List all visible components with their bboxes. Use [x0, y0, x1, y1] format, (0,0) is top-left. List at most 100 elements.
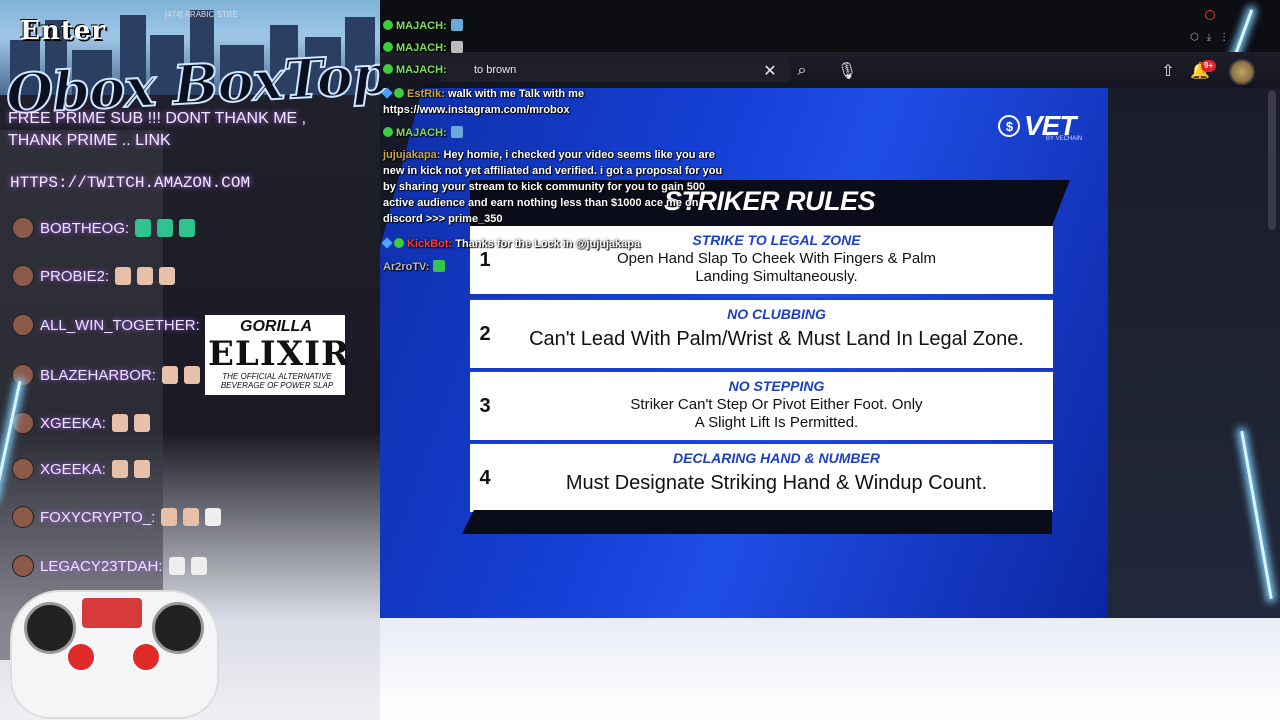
rules-footer-bar	[462, 510, 1052, 534]
controller-touchpad	[82, 598, 142, 628]
brand-enter-text: Enter	[20, 16, 106, 46]
badge-icon	[383, 20, 393, 30]
sponsor-tagline: THE OFFICIAL ALTERNATIVE BEVERAGE OF POW…	[220, 372, 334, 390]
emote-icon	[183, 508, 200, 526]
chat-username: MAJACH:	[396, 42, 447, 54]
chatter-name: FOXYCRYPTO_:	[40, 508, 156, 526]
chat-username: MAJACH:	[396, 64, 447, 76]
page-scrollbar[interactable]	[1268, 90, 1276, 230]
chatter-name: PROBIE2:	[40, 267, 110, 285]
left-stick	[24, 602, 76, 654]
extension-icon[interactable]: ⬡	[1190, 32, 1199, 46]
rule-number: 3	[479, 394, 491, 417]
emote-icon	[137, 267, 154, 285]
chatter-name: BLAZEHARBOR:	[40, 366, 156, 384]
chat-text: Thanks for the Lock in @jujujakapa	[455, 238, 641, 250]
browser-extension-icons: ⬡ ⤓ ⋮	[1190, 32, 1270, 46]
emote-icon	[135, 219, 152, 237]
chat-message: MAJACH:	[383, 40, 463, 56]
badge-icon	[383, 64, 393, 74]
rule-header: NO STEPPING	[728, 378, 825, 394]
overlay-bottom-sky	[282, 618, 1280, 720]
microphone-icon[interactable]: 🎙	[836, 59, 858, 81]
emote-icon	[157, 219, 174, 237]
chatter-avatar	[12, 412, 34, 434]
video-right-dark-area	[1108, 88, 1280, 618]
emote-icon	[161, 366, 178, 384]
emote-icon	[450, 19, 463, 31]
upload-icon[interactable]: ⇧	[1157, 59, 1179, 81]
chatter-avatar	[12, 555, 34, 577]
controller-right-button	[131, 642, 161, 672]
chat-message: MAJACH:	[383, 18, 463, 34]
emote-icon	[168, 557, 185, 575]
search-icon[interactable]: ⌕	[791, 59, 813, 81]
chat-message: MAJACH:	[383, 125, 463, 141]
sponsor-name: ELIXIR	[208, 334, 351, 374]
chatter-avatar	[12, 265, 34, 287]
badge-icon	[381, 87, 393, 99]
chat-username: KickBot:	[407, 238, 453, 250]
emote-icon	[179, 219, 196, 237]
overlay-chatter-row: LEGACY23TDAH:	[12, 551, 207, 581]
search-query[interactable]: to brown	[474, 64, 516, 76]
chat-link[interactable]: https://www.instagram.com/mrobox	[383, 104, 570, 116]
badge-icon	[394, 88, 404, 98]
chat-username: Ar2roTV:	[383, 261, 430, 273]
rule-body: Open Hand Slap To Cheek With Fingers & P…	[616, 250, 937, 285]
emote-icon	[133, 460, 150, 478]
prime-promo-text: FREE PRIME SUB !!! DONT THANK ME , THANK…	[8, 110, 307, 149]
emote-icon	[111, 414, 128, 432]
badge-icon	[383, 127, 393, 137]
chat-message: EstRik: walk with me Talk with me	[381, 86, 585, 102]
overlay-chatter-row: BOBTHEOG:	[12, 213, 196, 243]
chatter-avatar	[12, 217, 34, 239]
rule-body: Must Designate Striking Hand & Windup Co…	[565, 472, 988, 494]
emote-icon	[115, 267, 132, 285]
record-indicator-icon	[1205, 10, 1215, 20]
emote-icon	[183, 366, 200, 384]
top-breadcrumb: [474] ARABIC STRE	[165, 10, 238, 19]
chatter-avatar	[12, 314, 34, 336]
rule-row-4: 4 DECLARING HAND & NUMBER Must Designate…	[470, 442, 1053, 512]
emote-icon	[450, 126, 463, 138]
chatter-name: XGEEKA:	[40, 460, 106, 478]
download-icon[interactable]: ⤓	[1207, 32, 1211, 46]
rule-row-3: 3 NO STEPPING Striker Can't Step Or Pivo…	[470, 370, 1053, 440]
chat-message: https://www.instagram.com/mrobox	[383, 102, 570, 118]
controller-left-button	[66, 642, 96, 672]
emote-icon	[161, 508, 178, 526]
chat-username: jujujakapa:	[383, 149, 441, 161]
chatter-name: BOBTHEOG:	[40, 219, 130, 237]
chat-username: MAJACH:	[396, 20, 447, 32]
user-avatar[interactable]	[1229, 59, 1255, 85]
chat-message: jujujakapa: Hey homie, i checked your vi…	[383, 147, 723, 227]
prime-promo-url: HTTPS://TWITCH.AMAZON.COM	[10, 174, 251, 192]
chatter-name: LEGACY23TDAH:	[40, 557, 163, 575]
chat-username: EstRik:	[407, 88, 445, 100]
chat-message: KickBot: Thanks for the Lock in @jujujak…	[381, 236, 641, 252]
rule-header: DECLARING HAND & NUMBER	[673, 450, 880, 466]
rule-number: 4	[479, 466, 491, 489]
chatter-name: ALL_WIN_TOGETHER:	[40, 316, 200, 334]
chatter-name: XGEEKA:	[40, 414, 106, 432]
chatter-avatar	[12, 506, 34, 528]
emote-icon	[111, 460, 128, 478]
chatter-avatar	[12, 364, 34, 386]
rule-body: Can't Lead With Palm/Wrist & Must Land I…	[529, 328, 1024, 350]
badge-icon	[383, 42, 393, 52]
emote-icon	[205, 508, 222, 526]
overlay-chatter-row: BLAZEHARBOR:	[12, 360, 222, 390]
overlay-chatter-row: FOXYCRYPTO_:	[12, 502, 222, 532]
chat-text: walk with me Talk with me	[447, 88, 585, 100]
emote-icon	[190, 557, 207, 575]
vet-logo-sub: BY VECHAIN	[1046, 136, 1083, 142]
emote-icon	[433, 260, 446, 272]
notification-count-badge: 9+	[1201, 60, 1217, 72]
clear-search-icon[interactable]: ✕	[759, 59, 781, 81]
rule-header: NO CLUBBING	[727, 306, 826, 322]
badge-icon	[381, 237, 393, 249]
chatter-avatar	[12, 458, 34, 480]
menu-icon[interactable]: ⋮	[1219, 32, 1229, 46]
rule-number: 2	[479, 322, 491, 345]
